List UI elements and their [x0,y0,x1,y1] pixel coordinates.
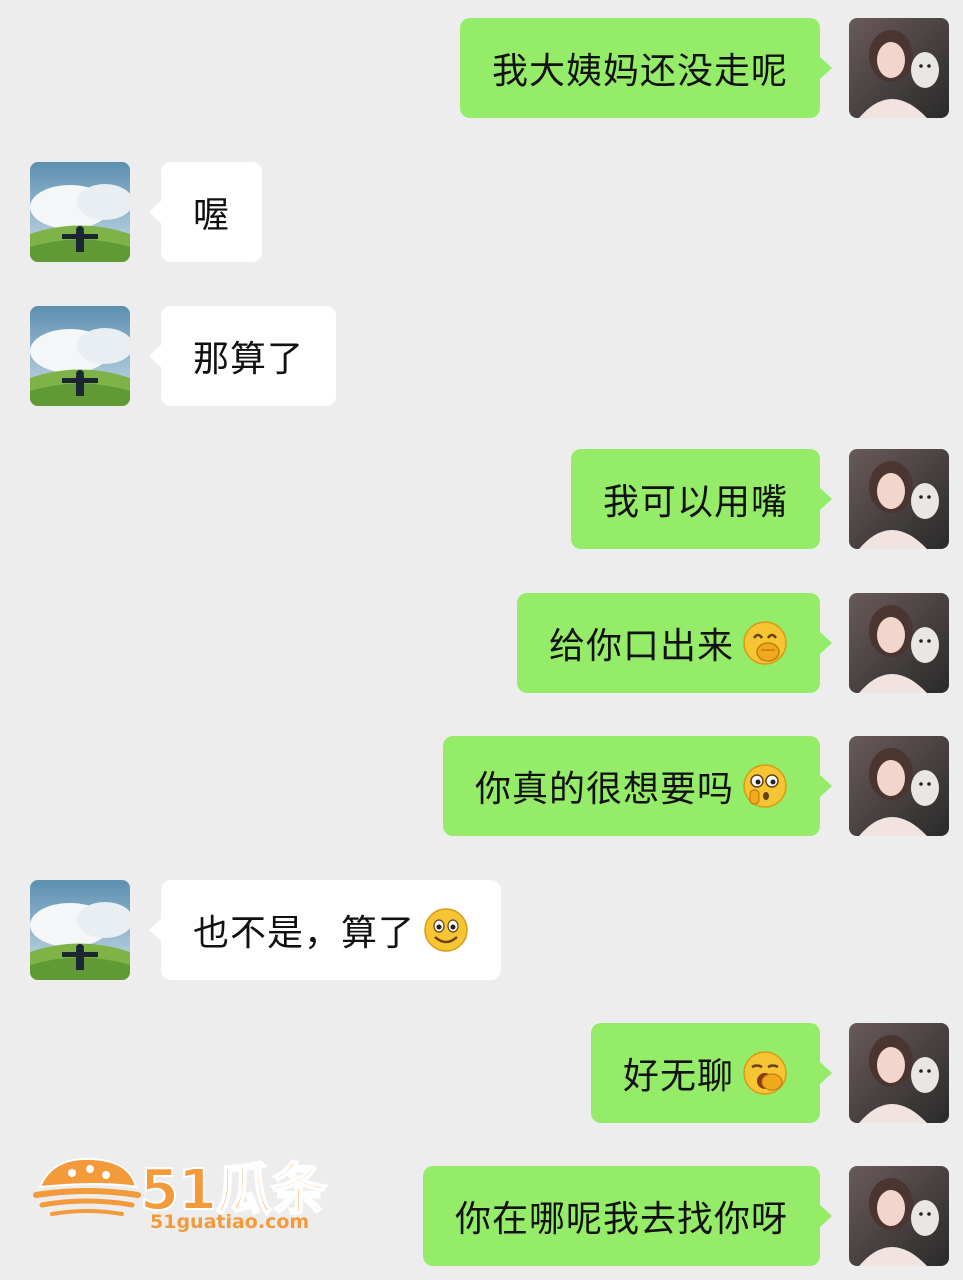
watermark-logo: 51瓜条 51guatiao.com [32,1145,332,1235]
giggle-emoji-icon [742,620,788,666]
watermelon-logo-icon [33,1157,141,1216]
message-bubble[interactable]: 给你口出来 [516,593,833,693]
my-avatar[interactable] [849,449,949,549]
yawn-emoji-icon [742,1050,788,1096]
shocked-emoji-icon [742,763,788,809]
message-text: 你真的很想要吗 [474,769,734,810]
message-row: 好无聊 [0,1023,963,1123]
message-text: 喔 [193,195,231,236]
watermark-url: 51guatiao.com [150,1211,310,1233]
my-avatar[interactable] [849,1166,949,1266]
my-avatar[interactable] [849,593,949,693]
message-text: 也不是，算了 [193,913,416,954]
message-row: 我可以用嘴 [0,449,963,549]
my-avatar[interactable] [849,1023,949,1123]
message-row: 你真的很想要吗 [0,736,963,836]
message-row: 也不是，算了 [0,880,963,980]
message-text: 我可以用嘴 [602,482,788,523]
smile-emoji-icon [423,907,469,953]
message-text: 给你口出来 [548,626,734,667]
message-text: 你在哪呢我去找你呀 [454,1199,788,1240]
message-row: 给你口出来 [0,593,963,693]
message-bubble[interactable]: 喔 [148,162,263,262]
message-row: 喔 [0,162,963,262]
my-avatar[interactable] [849,736,949,836]
message-text: 好无聊 [622,1056,734,1097]
message-bubble[interactable]: 你在哪呢我去找你呀 [422,1166,833,1266]
message-row: 我大姨妈还没走呢 [0,18,963,118]
my-avatar[interactable] [849,18,949,118]
message-text: 那算了 [193,339,305,380]
message-bubble[interactable]: 我大姨妈还没走呢 [459,18,833,118]
contact-avatar[interactable] [30,162,130,262]
message-bubble[interactable]: 你真的很想要吗 [442,736,833,836]
contact-avatar[interactable] [30,880,130,980]
contact-avatar[interactable] [30,306,130,406]
message-row: 那算了 [0,306,963,406]
message-text: 我大姨妈还没走呢 [491,51,788,92]
message-bubble[interactable]: 我可以用嘴 [570,449,833,549]
message-bubble[interactable]: 也不是，算了 [148,880,502,980]
message-bubble[interactable]: 那算了 [148,306,337,406]
message-bubble[interactable]: 好无聊 [590,1023,833,1123]
